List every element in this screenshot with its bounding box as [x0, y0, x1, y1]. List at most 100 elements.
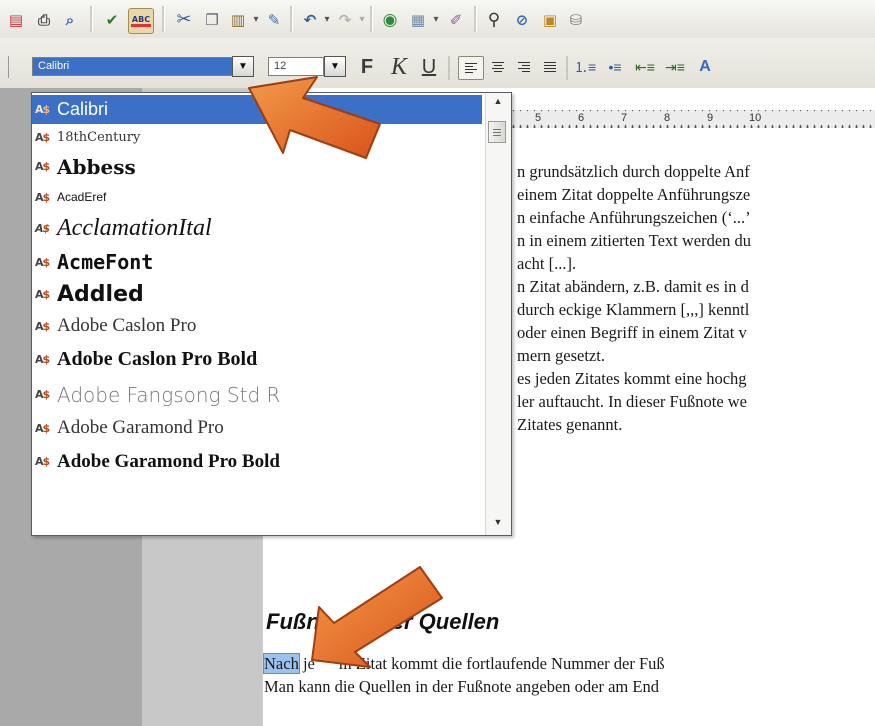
align-right-icon — [518, 62, 530, 72]
align-right-button[interactable] — [512, 56, 536, 78]
font-item-abbess[interactable]: A$ Abbess — [32, 150, 482, 183]
toolbar-handle[interactable] — [8, 56, 13, 78]
font-name-value: Calibri — [38, 60, 70, 72]
font-item-label: AcclamationItal — [57, 215, 212, 241]
ruler-ticks — [510, 110, 875, 128]
font-item-acmefont[interactable]: A$ AcmeFont — [32, 246, 482, 278]
draw-functions-icon[interactable]: ✐ — [444, 8, 468, 32]
font-item-label: Abbess — [57, 154, 136, 179]
table-dropdown-icon[interactable]: ▾ — [430, 8, 442, 32]
body-line-2: Man kann die Quellen in der Fußnote ange… — [264, 677, 659, 696]
autospellcheck-icon[interactable]: ABC — [128, 8, 154, 34]
chevron-down-icon: ▼ — [330, 61, 340, 72]
paragraph-line: n Zitat abändern, z.B. damit es in d — [517, 277, 749, 296]
ruler-number: 9 — [707, 112, 714, 124]
font-name-dropdown-button[interactable]: ▼ — [232, 56, 254, 77]
font-item-adobe-caslon-pro[interactable]: A$ Adobe Caslon Pro — [32, 310, 482, 342]
paste-icon[interactable]: ▥ — [226, 8, 250, 32]
font-size-dropdown-button[interactable]: ▼ — [324, 56, 346, 77]
font-item-adobe-fangsong-std-r[interactable]: A$ Adobe Fangsong Std R — [32, 377, 482, 412]
numbering-icon: ⒈≡ — [574, 59, 597, 75]
bold-button[interactable]: F — [356, 56, 378, 78]
data-sources-icon[interactable]: ⛁ — [564, 8, 588, 32]
font-size-value: 12 — [274, 60, 287, 72]
numbering-button[interactable]: ⒈≡ — [574, 56, 596, 78]
grip-line — [493, 135, 501, 136]
hyperlink-icon[interactable]: ◉ — [378, 8, 402, 32]
font-item-label: Adobe Garamond Pro Bold — [57, 450, 280, 472]
export-pdf-icon[interactable]: ▤ — [4, 8, 28, 32]
increase-indent-button[interactable]: ⇥≡ — [664, 56, 686, 78]
find-replace-icon[interactable]: ⚲ — [482, 8, 506, 32]
font-dropdown-list[interactable]: A$ Calibri A$ 18thCentury A$ Abbess A$ A… — [31, 92, 512, 536]
scroll-down-icon[interactable]: ▼ — [490, 517, 506, 531]
undo-icon[interactable]: ↶ — [298, 8, 322, 32]
scroll-up-icon[interactable]: ▲ — [490, 96, 506, 110]
align-left-icon — [465, 63, 477, 73]
selected-word[interactable]: Nach — [263, 653, 300, 674]
font-type-icon: A$ — [35, 421, 50, 435]
character-highlight-icon: A — [699, 58, 711, 75]
font-type-icon: A$ — [35, 319, 50, 333]
underline-button[interactable]: U — [418, 56, 440, 78]
decrease-indent-button[interactable]: ⇤≡ — [634, 56, 656, 78]
decrease-indent-icon: ⇤≡ — [635, 58, 655, 75]
spellcheck-icon[interactable]: ✔ — [100, 8, 124, 32]
italic-button[interactable]: K — [388, 54, 410, 80]
font-item-label: Adobe Caslon Pro — [57, 315, 197, 336]
font-item-adobe-garamond-pro-bold[interactable]: A$ Adobe Garamond Pro Bold — [32, 444, 482, 479]
bullets-button[interactable]: •≡ — [604, 56, 626, 78]
body-line-1: Nach je m Zitat kommt die fortlaufende Nu… — [263, 653, 665, 674]
paragraph-line: n in einem zitierten Text werden du — [517, 231, 752, 250]
font-name-combobox[interactable]: Calibri — [32, 57, 254, 76]
font-item-18thcentury[interactable]: A$ 18thCentury — [32, 124, 482, 150]
print-icon[interactable]: ⎙ — [32, 8, 56, 32]
clone-formatting-icon[interactable]: ✎ — [262, 8, 286, 32]
font-item-label: Calibri — [57, 99, 109, 119]
font-item-calibri[interactable]: A$ Calibri — [32, 95, 482, 124]
font-item-label: Adobe Fangsong Std R — [57, 382, 281, 407]
font-item-acclamationital[interactable]: A$ AcclamationItal — [32, 211, 482, 246]
align-left-button[interactable] — [458, 56, 484, 80]
toolbar-separator — [474, 6, 477, 32]
heading-start: Fußn — [266, 609, 320, 634]
font-item-adobe-caslon-pro-bold[interactable]: A$ Adobe Caslon Pro Bold — [32, 342, 482, 377]
font-type-icon: A$ — [35, 103, 50, 116]
standard-toolbar: ▤ ⎙ ⌕ ✔ ABC ✂ ❐ ▥ ▾ ✎ ↶ ▾ ↷ ▾ ◉ ▦ ▾ ✐ ⚲ … — [0, 0, 875, 38]
font-item-label: AcadEref — [57, 190, 107, 204]
redo-dropdown-icon[interactable]: ▾ — [356, 8, 368, 32]
font-size-combobox[interactable]: 12 — [268, 57, 324, 76]
justify-button[interactable] — [538, 56, 562, 78]
table-icon[interactable]: ▦ — [406, 8, 430, 32]
paragraph-line: acht [...]. — [517, 254, 577, 273]
redo-icon[interactable]: ↷ — [333, 8, 357, 32]
toolbar-separator — [162, 6, 165, 32]
font-type-icon: A$ — [35, 455, 50, 468]
paragraph-line: mern gesetzt. — [517, 346, 605, 365]
undo-dropdown-icon[interactable]: ▾ — [321, 8, 333, 32]
font-item-adobe-garamond-pro[interactable]: A$ Adobe Garamond Pro — [32, 412, 482, 444]
cut-icon[interactable]: ✂ — [172, 8, 196, 32]
character-highlight-button[interactable]: A — [694, 56, 716, 78]
copy-icon[interactable]: ❐ — [200, 8, 224, 32]
section-heading: Fußn er Quellen — [266, 609, 499, 635]
font-item-addled[interactable]: A$ Addled — [32, 278, 482, 310]
font-item-acaderef[interactable]: A$ AcadEref — [32, 183, 482, 211]
page-preview-icon[interactable]: ⌕ — [58, 8, 82, 32]
gallery-icon[interactable]: ▣ — [538, 8, 562, 32]
align-center-icon — [492, 62, 504, 72]
navigator-icon[interactable]: ⊘ — [510, 8, 534, 32]
chevron-down-icon: ▼ — [238, 61, 248, 72]
bullets-icon: •≡ — [608, 59, 622, 75]
ruler-number: 6 — [578, 112, 585, 124]
paste-dropdown-icon[interactable]: ▾ — [250, 8, 262, 32]
ruler-number: 8 — [664, 112, 671, 124]
ruler-number: 10 — [749, 112, 762, 124]
font-item-label: AcmeFont — [57, 250, 154, 274]
paragraph-line: n grundsätzlich durch doppelte Anf — [517, 162, 750, 181]
scrollbar-thumb[interactable] — [488, 121, 506, 143]
justify-icon — [544, 62, 556, 72]
align-center-button[interactable] — [486, 56, 510, 78]
font-type-icon: A$ — [35, 388, 50, 401]
dropdown-scrollbar[interactable] — [485, 93, 511, 535]
